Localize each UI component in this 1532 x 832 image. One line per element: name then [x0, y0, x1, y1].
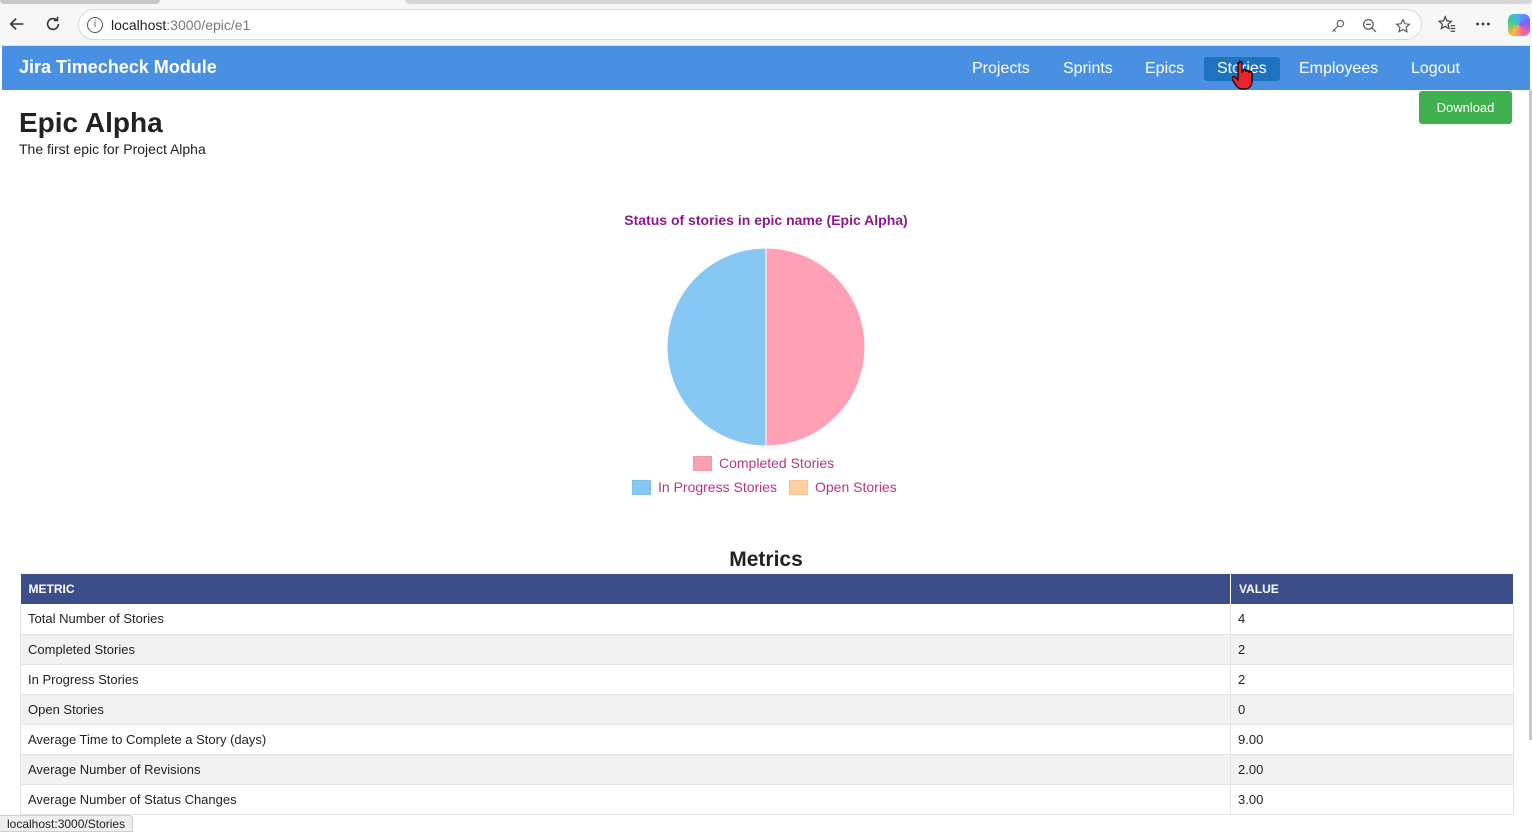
- url-text[interactable]: localhost:3000/epic/e1: [111, 17, 250, 33]
- legend-swatch: [632, 479, 651, 495]
- table-row: In Progress Stories 2: [20, 664, 1514, 695]
- table-row: Total Number of Stories 4: [20, 604, 1514, 635]
- legend-label: In Progress Stories: [658, 479, 778, 495]
- metric-cell: Completed Stories: [20, 634, 1231, 665]
- more-options-icon[interactable]: [1472, 13, 1494, 35]
- legend-label: Open Stories: [815, 479, 897, 495]
- copilot-icon[interactable]: [1508, 14, 1530, 36]
- metrics-title: Metrics: [729, 548, 803, 571]
- app-navbar: Jira Timecheck Module Projects Sprints E…: [2, 46, 1530, 90]
- metric-cell: Average Number of Status Changes: [20, 784, 1231, 815]
- legend-label: Completed Stories: [719, 455, 835, 471]
- nav-link-projects[interactable]: Projects: [972, 57, 1030, 81]
- legend-item-completed[interactable]: Completed Stories: [693, 454, 834, 472]
- table-row: Average Number of Revisions 2.00: [20, 754, 1514, 785]
- nav-link-employees[interactable]: Employees: [1299, 57, 1378, 81]
- reload-icon[interactable]: [41, 12, 65, 36]
- metric-cell: In Progress Stories: [20, 664, 1231, 695]
- download-button[interactable]: Download: [1419, 91, 1512, 124]
- pie-slice-completed-stories[interactable]: [765, 247, 866, 447]
- address-bar[interactable]: i localhost:3000/epic/e1: [78, 9, 1422, 40]
- url-path: :3000/epic/e1: [166, 17, 251, 33]
- table-row: Average Time to Complete a Story (days) 9…: [20, 724, 1514, 755]
- nav-link-logout[interactable]: Logout: [1411, 57, 1460, 81]
- legend-swatch: [789, 479, 808, 495]
- value-cell: 3.00: [1230, 784, 1514, 815]
- tab-bar: [405, 0, 1532, 4]
- table-row: Completed Stories 2: [20, 634, 1514, 665]
- zoom-out-icon[interactable]: [1360, 16, 1380, 36]
- value-cell: 2: [1230, 634, 1514, 665]
- value-cell: 0: [1230, 694, 1514, 725]
- nav-link-sprints[interactable]: Sprints: [1063, 57, 1113, 81]
- site-info-icon[interactable]: i: [87, 17, 103, 33]
- page-title: Epic Alpha: [19, 107, 163, 138]
- table-row: Open Stories 0: [20, 694, 1514, 725]
- url-host: localhost: [111, 17, 167, 33]
- metrics-table: METRIC VALUE Total Number of Stories 4 Co…: [20, 574, 1514, 815]
- browser-toolbar: i localhost:3000/epic/e1: [0, 0, 1532, 46]
- legend-swatch: [693, 455, 712, 471]
- status-bar-url: localhost:3000/Stories: [0, 815, 134, 832]
- back-icon[interactable]: [5, 12, 29, 36]
- pie-slice-in-progress-stories[interactable]: [666, 247, 767, 447]
- table-header-row: METRIC VALUE: [20, 574, 1514, 604]
- password-key-icon[interactable]: [1328, 16, 1348, 36]
- metric-cell: Average Time to Complete a Story (days): [20, 724, 1231, 755]
- column-header-value: VALUE: [1230, 574, 1514, 604]
- metric-cell: Open Stories: [20, 694, 1231, 725]
- tab-indicator[interactable]: [0, 0, 160, 4]
- hand-cursor-icon: [1232, 60, 1253, 90]
- metric-cell: Average Number of Revisions: [20, 754, 1231, 785]
- column-header-metric: METRIC: [20, 574, 1231, 604]
- legend-item-in-progress[interactable]: In Progress Stories: [632, 478, 777, 496]
- chart-title: Status of stories in epic name (Epic Alp…: [624, 212, 908, 228]
- value-cell: 2.00: [1230, 754, 1514, 785]
- tab-strip: [0, 0, 1532, 5]
- table-row: Average Number of Status Changes 3.00: [20, 784, 1514, 815]
- legend-item-open[interactable]: Open Stories: [789, 478, 897, 496]
- value-cell: 4: [1230, 604, 1514, 635]
- metric-cell: Total Number of Stories: [20, 604, 1231, 635]
- page-subtitle: The first epic for Project Alpha: [19, 141, 206, 157]
- brand-title[interactable]: Jira Timecheck Module: [19, 57, 217, 78]
- value-cell: 2: [1230, 664, 1514, 695]
- nav-link-epics[interactable]: Epics: [1145, 57, 1184, 81]
- favorites-icon[interactable]: [1436, 13, 1458, 35]
- favorite-star-icon[interactable]: [1393, 16, 1413, 36]
- value-cell: 9.00: [1230, 724, 1514, 755]
